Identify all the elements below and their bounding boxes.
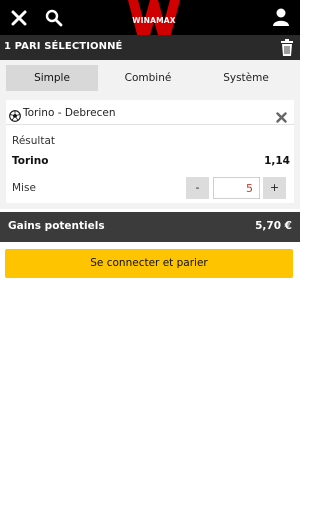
increase-stake-button[interactable]: + bbox=[263, 177, 286, 199]
potential-gains-bar: Gains potentiels 5,70 € bbox=[0, 212, 300, 242]
user-icon[interactable] bbox=[271, 7, 291, 27]
connect-and-bet-button[interactable]: Se connecter et parier bbox=[5, 249, 293, 278]
close-icon[interactable] bbox=[9, 8, 29, 28]
bet-card-header: Torino - Debrecen bbox=[6, 100, 294, 125]
top-bar: WINAMAX bbox=[0, 0, 300, 42]
stake-input[interactable] bbox=[213, 177, 260, 199]
bet-card-container: Torino - Debrecen Résultat Torino 1,14 M… bbox=[0, 97, 300, 209]
potential-gains-label: Gains potentiels bbox=[8, 220, 105, 232]
tab-systeme[interactable]: Système bbox=[200, 65, 292, 91]
odds-value: 1,14 bbox=[264, 155, 290, 167]
trash-icon[interactable] bbox=[280, 39, 294, 56]
betslip-page: WINAMAX 1 PARI SÉLECTIONNÉ Simple Combin… bbox=[0, 0, 300, 531]
market-label: Résultat bbox=[12, 135, 55, 147]
selection-count-title: 1 PARI SÉLECTIONNÉ bbox=[4, 41, 123, 52]
potential-gains-value: 5,70 € bbox=[255, 220, 292, 232]
decrease-stake-button[interactable]: - bbox=[186, 177, 209, 199]
tab-combine[interactable]: Combiné bbox=[102, 65, 194, 91]
search-icon[interactable] bbox=[44, 8, 64, 28]
tab-simple[interactable]: Simple bbox=[6, 65, 98, 91]
match-name: Torino - Debrecen bbox=[23, 107, 116, 119]
bet-type-tabs: Simple Combiné Système bbox=[0, 60, 300, 97]
soccer-ball-icon bbox=[9, 107, 21, 122]
logo-text: WINAMAX bbox=[132, 16, 176, 25]
selection-name: Torino bbox=[12, 155, 49, 167]
selection-bar: 1 PARI SÉLECTIONNÉ bbox=[0, 35, 300, 60]
stake-label: Mise bbox=[12, 182, 36, 194]
bet-card: Torino - Debrecen Résultat Torino 1,14 M… bbox=[6, 100, 294, 203]
remove-bet-icon[interactable] bbox=[276, 108, 287, 123]
